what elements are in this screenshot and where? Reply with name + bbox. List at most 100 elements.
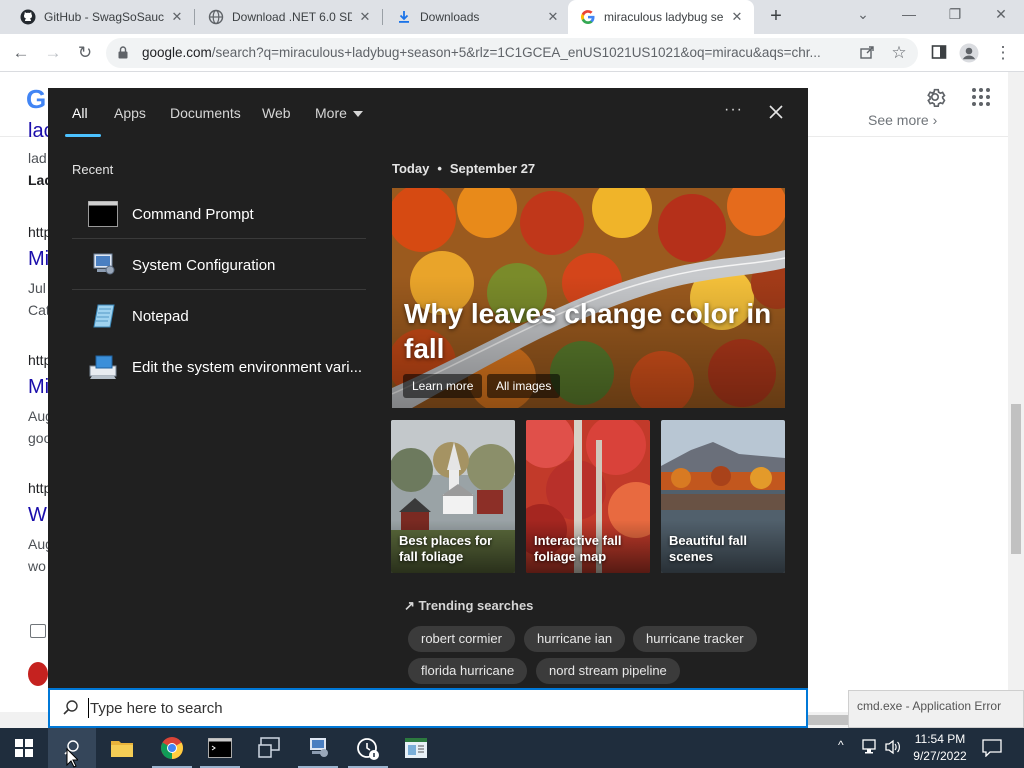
- network-icon[interactable]: [862, 739, 880, 768]
- result-snippet: Jul: [28, 280, 46, 296]
- tab-search-chevron-icon[interactable]: ⌄: [840, 0, 886, 30]
- volume-icon[interactable]: [884, 739, 902, 768]
- google-icon: [580, 9, 596, 25]
- show-hidden-icons-chevron-icon[interactable]: ^: [838, 738, 844, 768]
- recent-item-label: Command Prompt: [132, 206, 254, 223]
- new-tab-button[interactable]: +: [766, 6, 786, 27]
- card-beautiful-scenes[interactable]: Beautiful fall scenes: [661, 420, 785, 573]
- tab-apps[interactable]: Apps: [114, 105, 146, 121]
- gear-icon[interactable]: [924, 86, 946, 108]
- result-title[interactable]: Mi: [28, 376, 49, 399]
- hero-card[interactable]: Why leaves change color in fall Learn mo…: [392, 188, 785, 408]
- app-window-icon: [405, 738, 427, 758]
- recent-heading: Recent: [72, 162, 114, 177]
- card-interactive-map[interactable]: Interactive fall foliage map: [526, 420, 650, 573]
- lock-icon[interactable]: [118, 46, 128, 59]
- recent-item-label: System Configuration: [132, 257, 276, 274]
- close-tab-icon[interactable]: ✕: [730, 10, 744, 24]
- address-bar[interactable]: google.com/search?q=miraculous+ladybug+s…: [106, 38, 918, 68]
- scrollbar-thumb[interactable]: [1011, 404, 1021, 554]
- tab-all[interactable]: All: [72, 105, 88, 121]
- recent-item-notepad[interactable]: Notepad: [72, 291, 366, 341]
- recent-item-label: Notepad: [132, 308, 189, 325]
- folder-icon: [111, 741, 133, 757]
- trending-chip[interactable]: florida hurricane: [408, 658, 528, 684]
- trending-chip[interactable]: nord stream pipeline: [536, 658, 680, 684]
- close-tab-icon[interactable]: ✕: [358, 10, 372, 24]
- tab-title: Downloads: [420, 10, 480, 24]
- recent-item-system-environment[interactable]: Edit the system environment vari...: [72, 342, 366, 392]
- learn-more-button[interactable]: Learn more: [403, 374, 483, 398]
- vertical-scrollbar[interactable]: [1008, 72, 1024, 728]
- search-placeholder[interactable]: Type here to search: [90, 700, 223, 717]
- hero-title[interactable]: Why leaves change color in fall: [404, 296, 774, 366]
- see-more-link[interactable]: See more ›: [868, 112, 937, 128]
- close-tab-icon[interactable]: ✕: [170, 10, 184, 24]
- share-icon[interactable]: [856, 44, 878, 66]
- tab-downloads[interactable]: Downloads ✕: [384, 0, 570, 34]
- card-caption: Interactive fall foliage map: [534, 533, 622, 564]
- taskbar-command-prompt[interactable]: [196, 728, 244, 768]
- taskbar-task-view[interactable]: [246, 728, 294, 768]
- divider: [72, 289, 366, 290]
- browser-toolbar: ← → ↻ google.com/search?q=miraculous+lad…: [0, 34, 1024, 72]
- scrollbar-thumb[interactable]: [808, 715, 848, 725]
- tab-google-search[interactable]: miraculous ladybug se ✕: [568, 0, 754, 34]
- thumbnail-image[interactable]: [28, 662, 48, 686]
- trending-chip[interactable]: hurricane tracker: [633, 626, 757, 652]
- bookmark-star-icon[interactable]: ☆: [888, 42, 910, 64]
- clock-date: 9/27/2022: [913, 749, 967, 763]
- google-logo[interactable]: G: [26, 84, 46, 115]
- reload-icon[interactable]: ↻: [74, 42, 96, 64]
- system-properties-icon: [88, 354, 118, 380]
- tab-dotnet[interactable]: Download .NET 6.0 SDK ✕: [196, 0, 382, 34]
- taskbar-chrome[interactable]: [148, 728, 196, 768]
- tab-web[interactable]: Web: [262, 105, 291, 121]
- caret-down-icon: [352, 111, 363, 118]
- taskbar-system-configuration[interactable]: [294, 728, 342, 768]
- tab-title: miraculous ladybug se: [604, 10, 724, 24]
- more-options-icon[interactable]: ···: [724, 101, 743, 119]
- divider: [72, 238, 366, 239]
- result-snippet: lad: [28, 150, 47, 166]
- alarm-clock-icon: [357, 738, 379, 760]
- trending-chip[interactable]: robert cormier: [408, 626, 515, 652]
- side-panel-icon[interactable]: [928, 44, 950, 66]
- url-text[interactable]: google.com/search?q=miraculous+ladybug+s…: [142, 45, 842, 60]
- minimize-button[interactable]: —: [886, 0, 932, 30]
- start-button[interactable]: [0, 728, 48, 768]
- restore-button[interactable]: ❐: [932, 0, 978, 30]
- taskbar-app[interactable]: [392, 728, 440, 768]
- taskbar-search-box[interactable]: Type here to search: [48, 688, 808, 728]
- mouse-pointer-icon: [66, 748, 78, 768]
- trending-chip[interactable]: hurricane ian: [524, 626, 626, 652]
- google-apps-icon[interactable]: [972, 88, 990, 106]
- profile-avatar-icon[interactable]: [958, 43, 980, 65]
- taskbar-alarms-clock[interactable]: [344, 728, 392, 768]
- taskbar-file-explorer[interactable]: [98, 728, 146, 768]
- app-error-window[interactable]: cmd.exe - Application Error: [848, 690, 1024, 728]
- tab-more[interactable]: More: [315, 105, 363, 121]
- recent-item-command-prompt[interactable]: Command Prompt: [72, 189, 366, 239]
- result-title[interactable]: Mi: [28, 248, 49, 271]
- cmd-icon: [208, 738, 232, 758]
- chrome-menu-icon[interactable]: ⋮: [992, 42, 1014, 64]
- card-best-places[interactable]: Best places for fall foliage: [391, 420, 515, 573]
- recent-item-label: Edit the system environment vari...: [132, 359, 363, 376]
- tab-documents[interactable]: Documents: [170, 105, 241, 121]
- chrome-icon: [161, 737, 183, 759]
- close-window-button[interactable]: ✕: [978, 0, 1024, 30]
- close-icon[interactable]: [764, 100, 788, 124]
- close-tab-icon[interactable]: ✕: [546, 10, 560, 24]
- today-header: Today • September 27: [392, 161, 536, 176]
- back-arrow-icon[interactable]: ←: [10, 42, 32, 64]
- system-clock[interactable]: 11:54 PM 9/27/2022: [904, 731, 976, 765]
- forward-arrow-icon[interactable]: →: [42, 42, 64, 64]
- see-more-label: See more: [868, 112, 929, 128]
- result-title[interactable]: W: [28, 504, 47, 527]
- recent-item-system-configuration[interactable]: System Configuration: [72, 240, 366, 290]
- url-path: /search?q=miraculous+ladybug+season+5&rl…: [211, 45, 821, 60]
- action-center-icon[interactable]: [982, 739, 1002, 768]
- all-images-button[interactable]: All images: [487, 374, 561, 398]
- tab-github[interactable]: GitHub - SwagSoSaucy ✕: [8, 0, 194, 34]
